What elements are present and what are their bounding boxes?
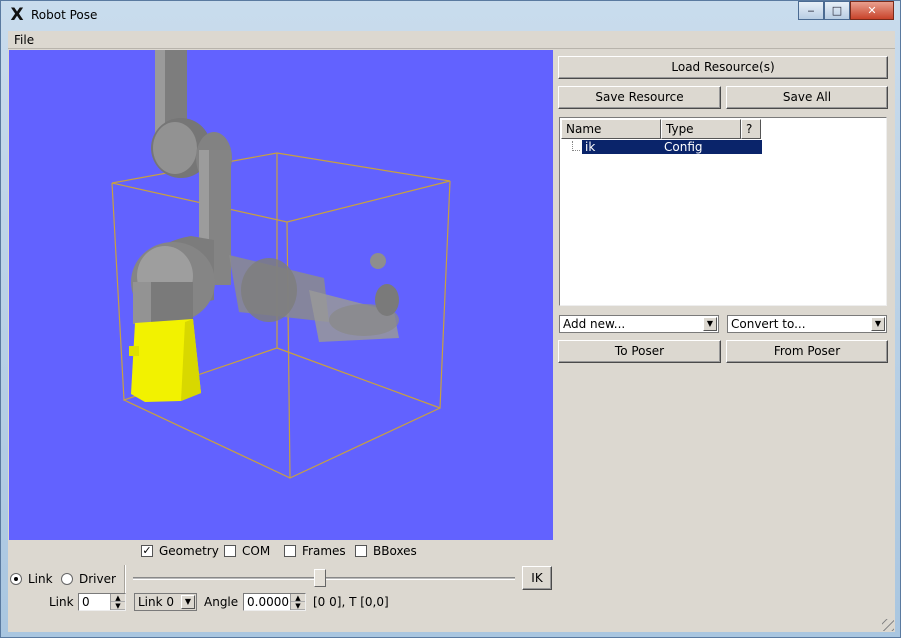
bboxes-checkbox[interactable]: [355, 545, 367, 557]
convert-to-value: Convert to...: [731, 317, 806, 331]
frames-label: Frames: [302, 544, 346, 558]
3d-viewport[interactable]: [9, 50, 553, 540]
save-resource-button[interactable]: Save Resource: [558, 86, 721, 109]
com-toggle[interactable]: COM: [224, 543, 270, 559]
save-all-button[interactable]: Save All: [726, 86, 888, 109]
geometry-label: Geometry: [159, 544, 219, 558]
chevron-down-icon[interactable]: ▼: [703, 317, 717, 331]
close-button[interactable]: ✕: [850, 1, 894, 20]
driver-mode-label: Driver: [79, 572, 116, 586]
frames-checkbox[interactable]: [284, 545, 296, 557]
spin-up-icon[interactable]: ▲: [111, 594, 125, 602]
ik-button[interactable]: IK: [522, 566, 552, 590]
client-area: File ✓ Geometry COM Frames BBoxes Link D…: [8, 31, 895, 632]
link-mode[interactable]: Link: [10, 571, 53, 587]
column-type[interactable]: Type: [661, 119, 741, 139]
resize-grip-icon[interactable]: [882, 619, 894, 631]
link-info: [0 0], T [0,0]: [313, 595, 389, 609]
resource-tree[interactable]: Name Type ? ik Config: [559, 117, 887, 306]
driver-mode[interactable]: Driver: [61, 571, 116, 587]
pose-slider-thumb[interactable]: [314, 569, 327, 587]
link-select-value: Link 0: [138, 595, 175, 609]
tree-row-ik[interactable]: ik Config: [582, 140, 762, 154]
column-name[interactable]: Name: [561, 119, 661, 139]
angle-value: 0.0000: [247, 595, 289, 609]
com-label: COM: [242, 544, 271, 558]
convert-to-select[interactable]: Convert to... ▼: [727, 315, 887, 333]
chevron-down-icon[interactable]: ▼: [871, 317, 885, 331]
geometry-toggle[interactable]: ✓ Geometry: [141, 543, 219, 559]
divider: [124, 565, 126, 593]
tree-item-type: Config: [664, 140, 703, 154]
title-bar[interactable]: X Robot Pose ‒ □ ✕: [1, 1, 900, 30]
add-new-select[interactable]: Add new... ▼: [559, 315, 719, 333]
robot-base: [129, 319, 201, 402]
com-checkbox[interactable]: [224, 545, 236, 557]
load-resources-button[interactable]: Load Resource(s): [558, 56, 888, 79]
menu-bar: File: [8, 31, 895, 49]
link-radio[interactable]: [10, 573, 22, 585]
from-poser-button[interactable]: From Poser: [726, 340, 888, 363]
link-index-label: Link: [49, 595, 74, 609]
column-extra[interactable]: ?: [741, 119, 761, 139]
robot-scene: [111, 50, 451, 479]
bboxes-label: BBoxes: [373, 544, 417, 558]
x-app-icon: X: [10, 5, 24, 25]
bboxes-toggle[interactable]: BBoxes: [355, 543, 417, 559]
add-new-value: Add new...: [563, 317, 626, 331]
link-mode-label: Link: [28, 572, 53, 586]
spin-up-icon[interactable]: ▲: [291, 594, 305, 602]
to-poser-button[interactable]: To Poser: [558, 340, 721, 363]
link-index-spinner[interactable]: ▲ ▼: [110, 594, 125, 610]
tree-connector: [572, 141, 580, 151]
app-window: X Robot Pose ‒ □ ✕ File ✓ Geometry COM F…: [0, 0, 901, 638]
geometry-checkbox[interactable]: ✓: [141, 545, 153, 557]
frames-toggle[interactable]: Frames: [284, 543, 346, 559]
angle-spinner[interactable]: ▲ ▼: [290, 594, 305, 610]
angle-label: Angle: [204, 595, 239, 609]
minimize-button[interactable]: ‒: [798, 1, 824, 20]
window-title: Robot Pose: [31, 8, 98, 22]
menu-file[interactable]: File: [14, 33, 34, 47]
spin-down-icon[interactable]: ▼: [291, 602, 305, 610]
link-index-value: 0: [82, 595, 90, 609]
chevron-down-icon[interactable]: ▼: [181, 595, 195, 609]
link-select[interactable]: Link 0 ▼: [134, 593, 197, 611]
spin-down-icon[interactable]: ▼: [111, 602, 125, 610]
maximize-button[interactable]: □: [824, 1, 850, 20]
driver-radio[interactable]: [61, 573, 73, 585]
tree-item-name: ik: [585, 140, 596, 154]
